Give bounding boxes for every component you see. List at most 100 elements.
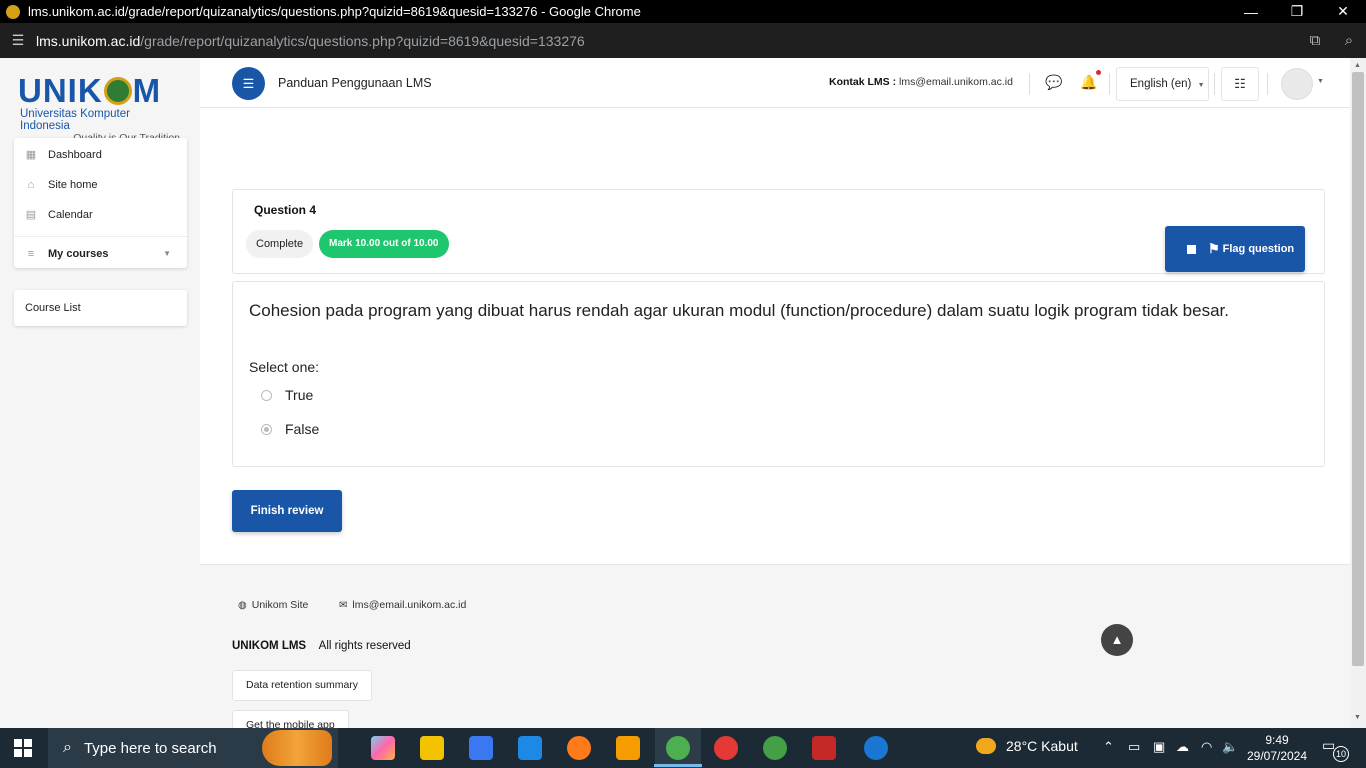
snipping-tool-icon[interactable] bbox=[812, 736, 836, 760]
sidebar-item-dashboard[interactable]: ▦ Dashboard bbox=[14, 140, 187, 170]
unikom-site-label: Unikom Site bbox=[251, 599, 309, 611]
globe-icon: ◍ bbox=[238, 600, 247, 611]
sidebar-item-site-home[interactable]: ⌂ Site home bbox=[14, 170, 187, 200]
page-footer: ◍ Unikom Site ✉ lms@email.unikom.ac.id UNI… bbox=[200, 564, 1350, 728]
notification-center-icon[interactable]: ▭ 10 bbox=[1322, 737, 1349, 762]
url-field[interactable]: lms.unikom.ac.id/grade/report/quizanalyt… bbox=[36, 33, 1298, 49]
mobile-app-link[interactable]: Get the mobile app bbox=[232, 710, 349, 728]
top-navbar: ☰ Panduan Penggunaan LMS Kontak LMS : lm… bbox=[200, 58, 1350, 108]
volume-icon[interactable]: 🔈 bbox=[1222, 739, 1238, 755]
windows-taskbar: ⌕ Type here to search 28°C Kabut ⌃ ▭ ▣ ☁… bbox=[0, 728, 1366, 768]
blocks-toggle-button[interactable]: ☷ bbox=[1221, 67, 1259, 101]
question-content: Cohesion pada program yang dibuat harus … bbox=[232, 281, 1325, 467]
device-icon[interactable]: ▣ bbox=[1153, 739, 1165, 755]
logo-word-left: UNIK bbox=[18, 72, 103, 109]
home-icon: ⌂ bbox=[27, 179, 35, 191]
notifications-bell-icon[interactable]: 🔔 bbox=[1080, 74, 1097, 91]
unikom-logo[interactable]: UNIKM Universitas Komputer Indonesia Qua… bbox=[18, 72, 180, 145]
divider bbox=[1267, 73, 1268, 95]
chrome-profile-icon[interactable] bbox=[654, 736, 702, 767]
back-to-top-button[interactable]: ▲ bbox=[1101, 624, 1133, 656]
toggle-drawer-button[interactable]: ☰ bbox=[232, 67, 265, 100]
answer-option-label: False bbox=[285, 421, 320, 437]
flag-question-button[interactable]: ⚑ Flag question bbox=[1165, 226, 1305, 272]
close-button[interactable]: ✕ bbox=[1320, 0, 1366, 23]
restore-button[interactable]: ❐ bbox=[1274, 0, 1320, 23]
windows-start-icon[interactable] bbox=[14, 739, 32, 757]
logo-word-right: M bbox=[132, 72, 162, 109]
cloud-icon[interactable]: ☁ bbox=[1176, 739, 1189, 755]
answer-option-true[interactable]: True bbox=[261, 386, 313, 404]
notification-dot bbox=[1096, 70, 1101, 75]
question-info: Question 4 Complete Mark 10.00 out of 10… bbox=[232, 189, 1325, 274]
rights-text: All rights reserved bbox=[318, 640, 411, 652]
unikom-site-link[interactable]: ◍ Unikom Site bbox=[238, 599, 308, 611]
chevron-down-icon: ▼ bbox=[1197, 82, 1205, 89]
tray-overflow-icon[interactable]: ⌃ bbox=[1103, 739, 1114, 755]
search-highlight-image bbox=[262, 730, 332, 766]
site-info-icon[interactable]: ☰ bbox=[0, 32, 36, 49]
sublime-text-icon[interactable] bbox=[616, 736, 640, 760]
footer-brand: UNIKOM LMS All rights reserved bbox=[232, 640, 411, 652]
finish-review-button[interactable]: Finish review bbox=[232, 490, 342, 532]
wifi-icon[interactable]: ◠ bbox=[1201, 739, 1212, 755]
sidebar: UNIKM Universitas Komputer Indonesia Qua… bbox=[0, 58, 200, 728]
scroll-up-icon[interactable]: ▲ bbox=[1354, 62, 1361, 69]
address-bar[interactable]: ☰ lms.unikom.ac.id/grade/report/quizanal… bbox=[0, 23, 1366, 58]
lms-guide-link[interactable]: Panduan Penggunaan LMS bbox=[278, 76, 432, 90]
sidebar-item-my-courses[interactable]: ≡ My courses ▼ bbox=[14, 236, 187, 270]
vscode-icon[interactable] bbox=[518, 736, 542, 760]
sidebar-item-label: Site home bbox=[48, 179, 98, 191]
language-label: English (en) bbox=[1130, 78, 1192, 90]
mark-badge: Mark 10.00 out of 10.00 bbox=[319, 230, 449, 258]
scrollbar-thumb[interactable] bbox=[1352, 72, 1364, 666]
chevron-down-icon[interactable]: ▼ bbox=[1317, 78, 1324, 85]
taskbar-search[interactable]: ⌕ Type here to search bbox=[48, 728, 338, 768]
main-content: ☰ Panduan Penggunaan LMS Kontak LMS : lm… bbox=[200, 58, 1350, 728]
calendar-icon: ▤ bbox=[25, 209, 37, 221]
translate-icon[interactable]: ⧉ bbox=[1298, 32, 1332, 49]
file-explorer-icon[interactable] bbox=[420, 736, 444, 760]
battery-icon[interactable]: ▭ bbox=[1128, 739, 1140, 755]
clock-date: 29/07/2024 bbox=[1246, 749, 1308, 763]
answer-prompt: Select one: bbox=[249, 359, 320, 375]
copilot-icon[interactable] bbox=[371, 736, 395, 760]
contact-email[interactable]: lms@email.unikom.ac.id bbox=[899, 76, 1013, 88]
minimize-button[interactable]: — bbox=[1228, 0, 1274, 23]
scroll-down-icon[interactable]: ▼ bbox=[1354, 714, 1361, 721]
answer-option-false[interactable]: False bbox=[261, 420, 319, 438]
envelope-icon: ✉ bbox=[339, 600, 348, 611]
footer-email-link[interactable]: ✉ lms@email.unikom.ac.id bbox=[339, 599, 466, 611]
sidebar-item-label: Calendar bbox=[48, 209, 93, 221]
sidebar-item-calendar[interactable]: ▤ Calendar bbox=[14, 200, 187, 230]
course-list-link[interactable]: Course List bbox=[14, 290, 187, 326]
chrome-icon[interactable] bbox=[714, 736, 738, 760]
data-retention-link[interactable]: Data retention summary bbox=[232, 670, 373, 701]
messages-icon[interactable]: 💬 bbox=[1045, 74, 1062, 91]
radio-false[interactable] bbox=[261, 423, 272, 435]
brand-name: UNIKOM LMS bbox=[232, 640, 307, 652]
language-menu[interactable]: English (en) ▼ bbox=[1116, 67, 1209, 101]
window-title: lms.unikom.ac.id/grade/report/quizanalyt… bbox=[28, 4, 641, 19]
system-clock[interactable]: 9:49 29/07/2024 bbox=[1242, 732, 1312, 764]
user-avatar[interactable] bbox=[1281, 68, 1313, 100]
footer-email-label: lms@email.unikom.ac.id bbox=[352, 599, 467, 611]
firefox-icon[interactable] bbox=[567, 736, 591, 760]
radio-true[interactable] bbox=[261, 389, 272, 401]
contact-info: Kontak LMS : lms@email.unikom.ac.id bbox=[829, 76, 1013, 88]
url-host: lms.unikom.ac.id bbox=[36, 32, 141, 49]
chrome-alt-icon[interactable] bbox=[763, 736, 787, 760]
nav-card: ▦ Dashboard ⌂ Site home ▤ Calendar ≡ My … bbox=[14, 138, 187, 268]
chevron-down-icon: ▼ bbox=[163, 249, 171, 258]
weather-widget[interactable]: 28°C Kabut bbox=[976, 738, 1078, 754]
flag-checkbox[interactable] bbox=[1187, 244, 1196, 254]
vertical-scrollbar[interactable]: ▲ ▼ bbox=[1350, 58, 1366, 728]
help-icon[interactable] bbox=[864, 736, 888, 760]
divider bbox=[1029, 73, 1030, 95]
logo-seal-icon bbox=[103, 77, 132, 105]
zoom-icon[interactable]: ⌕ bbox=[1332, 32, 1366, 49]
dashboard-icon: ▦ bbox=[25, 149, 37, 161]
question-number: Question 4 bbox=[254, 203, 317, 217]
contact-label: Kontak LMS : bbox=[829, 76, 897, 88]
media-player-icon[interactable] bbox=[469, 736, 493, 760]
